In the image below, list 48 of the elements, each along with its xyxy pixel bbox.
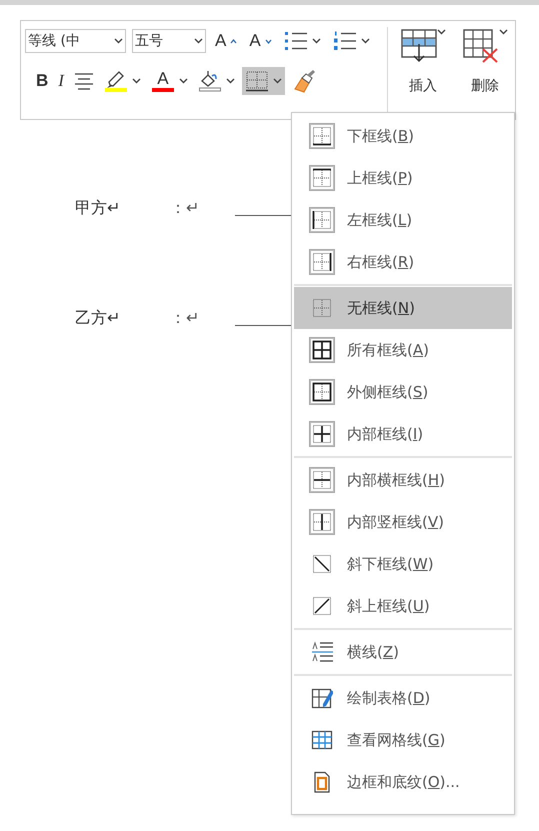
italic-button[interactable]: I bbox=[55, 67, 67, 95]
bold-button[interactable]: B bbox=[33, 67, 52, 95]
menu-item[interactable]: 边框和底纹(O)... bbox=[294, 761, 512, 803]
chevron-down-icon bbox=[132, 78, 141, 84]
numbered-list-icon[interactable] bbox=[332, 31, 357, 51]
bulleted-list-icon[interactable] bbox=[284, 31, 308, 51]
colon-mark: ：↵ bbox=[170, 308, 200, 329]
menu-item[interactable]: 内部框线(I) bbox=[294, 413, 512, 455]
party-label: 乙方↵ bbox=[75, 308, 122, 329]
colon-mark: ：↵ bbox=[170, 198, 200, 219]
menu-item[interactable]: 横线(Z) bbox=[294, 631, 512, 673]
menu-item[interactable]: 无框线(N) bbox=[294, 287, 512, 329]
font-size-field[interactable]: 五号 bbox=[132, 29, 206, 53]
menu-item[interactable]: 内部竖框线(V) bbox=[294, 501, 512, 543]
caret-down-icon bbox=[264, 38, 272, 44]
chevron-down-icon bbox=[226, 78, 235, 84]
menu-item[interactable]: 左框线(L) bbox=[294, 199, 512, 241]
menu-item[interactable]: 绘制表格(D) bbox=[294, 677, 512, 719]
menu-item[interactable]: 右框线(R) bbox=[294, 241, 512, 283]
menu-item[interactable]: 所有框线(A) bbox=[294, 329, 512, 371]
chevron-down-icon bbox=[272, 78, 282, 84]
table-delete-icon bbox=[462, 29, 498, 63]
menu-item[interactable]: 内部横框线(H) bbox=[294, 459, 512, 501]
menu-item[interactable]: 查看网格线(G) bbox=[294, 719, 512, 761]
menu-item[interactable]: 斜上框线(U) bbox=[294, 585, 512, 627]
paintbrush-icon bbox=[292, 69, 316, 93]
paint-bucket-icon bbox=[198, 70, 222, 92]
menu-item[interactable]: 斜下框线(W) bbox=[294, 543, 512, 585]
menu-item[interactable]: 上框线(P) bbox=[294, 157, 512, 199]
chevron-down-icon bbox=[312, 38, 321, 44]
chevron-down-icon bbox=[114, 38, 123, 44]
chevron-down-icon bbox=[498, 29, 508, 35]
font-name-field[interactable]: 等线 (中 bbox=[25, 29, 126, 53]
borders-button[interactable] bbox=[242, 67, 285, 95]
align-center-icon bbox=[74, 72, 94, 90]
table-insert-icon bbox=[400, 29, 436, 63]
menu-item[interactable]: 外侧框线(S) bbox=[294, 371, 512, 413]
chevron-down-icon bbox=[178, 78, 188, 84]
font-color-button[interactable]: A bbox=[148, 67, 191, 95]
caret-up-icon bbox=[230, 38, 238, 44]
party-label: 甲方↵ bbox=[75, 198, 122, 219]
chevron-down-icon bbox=[436, 29, 446, 35]
shrink-font-button[interactable]: A bbox=[246, 27, 275, 55]
grow-font-button[interactable]: A bbox=[212, 27, 240, 55]
menu-item[interactable]: 下框线(B) bbox=[294, 115, 512, 157]
chevron-down-icon bbox=[194, 38, 203, 44]
chevron-down-icon bbox=[360, 38, 370, 44]
border-grid-icon bbox=[244, 70, 269, 92]
